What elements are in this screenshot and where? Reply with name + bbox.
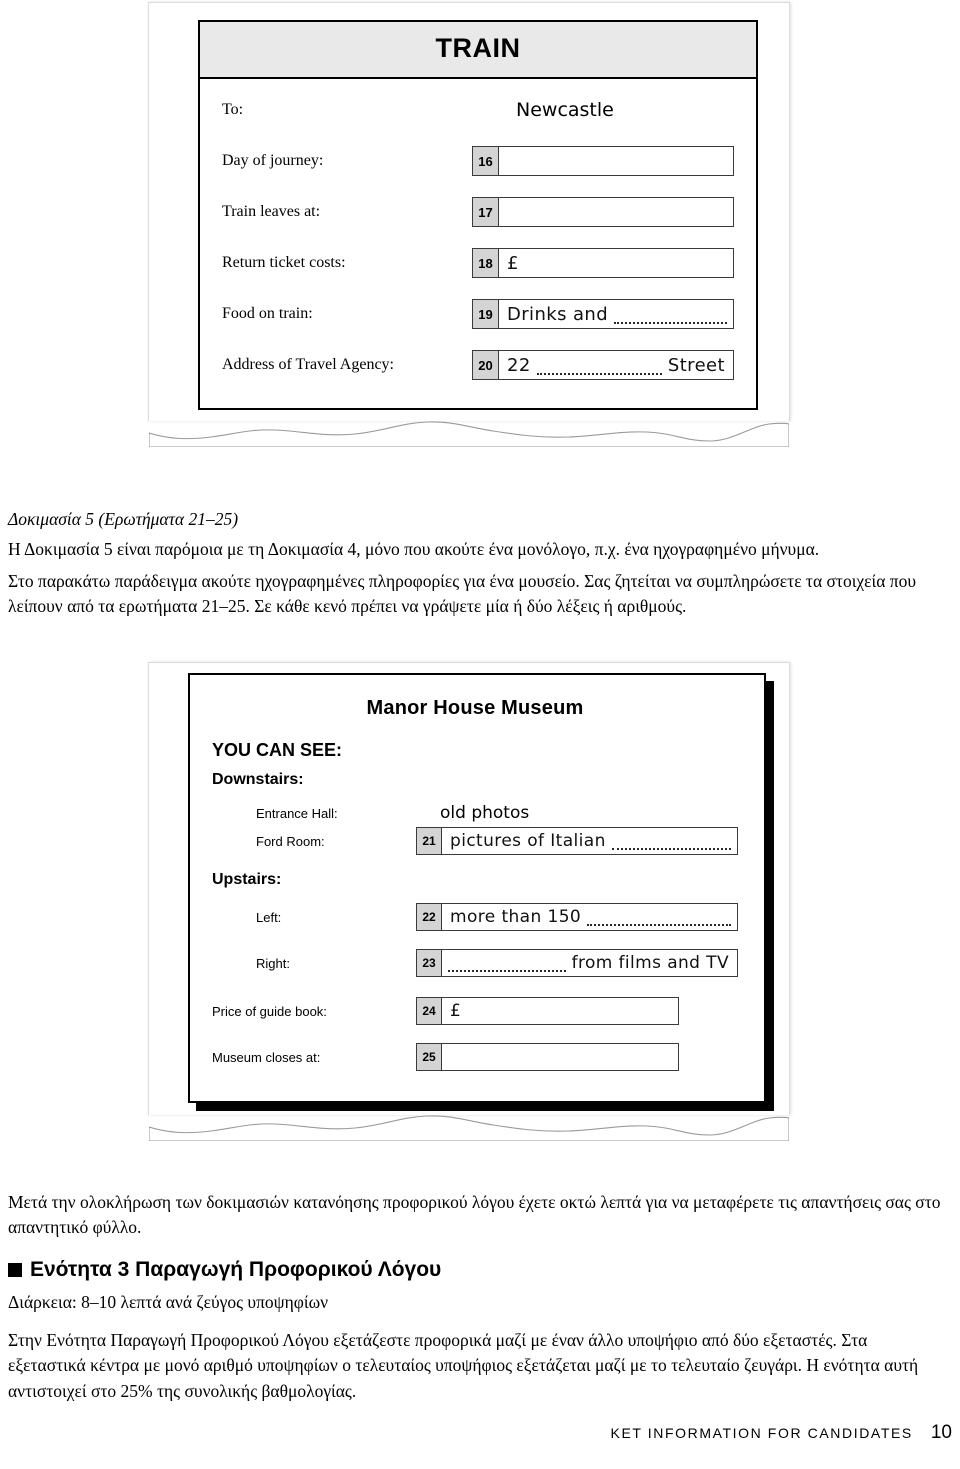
answer-input-box[interactable]: from films and TV xyxy=(441,949,738,977)
museum-row: Entrance Hall: old photos xyxy=(212,801,738,825)
question-number-chip: 19 xyxy=(472,299,498,329)
museum-form-body: Manor House Museum YOU CAN SEE: Downstai… xyxy=(190,675,764,1101)
form-row: Day of journey: 16 xyxy=(222,144,734,178)
form-row: To: Newcastle xyxy=(222,93,734,127)
row-label: Return ticket costs: xyxy=(222,254,346,272)
museum-form-card: Manor House Museum YOU CAN SEE: Downstai… xyxy=(188,673,766,1103)
row-label: Address of Travel Agency: xyxy=(222,356,394,374)
answer-text: Drinks and xyxy=(507,303,609,325)
row-label: Food on train: xyxy=(222,305,313,323)
upstairs-heading: Upstairs: xyxy=(212,871,282,888)
blank-dotted-line xyxy=(587,910,731,926)
answer-input-box[interactable] xyxy=(498,146,734,176)
answer-input-box[interactable]: £ xyxy=(441,997,679,1025)
answer-input-box[interactable]: £ xyxy=(498,248,734,278)
page-number: 10 xyxy=(930,1422,952,1443)
answer-text: £ xyxy=(450,1001,462,1021)
blank-dotted-line xyxy=(536,359,662,375)
closing-paragraph-2: Στην Ενότητα Παραγωγή Προφορικού Λόγου ε… xyxy=(8,1330,919,1401)
train-form-title: TRAIN xyxy=(200,22,756,79)
torn-edge-graphic xyxy=(149,417,789,447)
row-label: Entrance Hall: xyxy=(256,805,338,821)
train-form-card: TRAIN To: Newcastle Day of journey: 16 T… xyxy=(198,20,758,410)
museum-row: Right: 23 from films and TV xyxy=(212,949,738,977)
answer-suffix-text: from films and TV xyxy=(571,953,729,973)
section-3-heading-label: Ενότητα 3 Παραγωγή Προφορικού Λόγου xyxy=(30,1258,442,1281)
you-can-see-heading: YOU CAN SEE: xyxy=(212,740,343,760)
museum-row: Left: 22 more than 150 xyxy=(212,903,738,931)
question-number-chip: 18 xyxy=(472,248,498,278)
section-3-heading: Ενότητα 3 Παραγωγή Προφορικού Λόγου xyxy=(8,1258,441,1282)
answer-text: pictures of Italian xyxy=(450,831,606,851)
row-answer-text: old photos xyxy=(440,803,530,823)
answer-input-box[interactable]: more than 150 xyxy=(441,903,738,931)
downstairs-heading: Downstairs: xyxy=(212,771,304,788)
museum-row: Museum closes at: 25 xyxy=(212,1043,738,1071)
row-label: Museum closes at: xyxy=(212,1049,321,1065)
answer-input-box[interactable]: pictures of Italian xyxy=(441,827,738,855)
task-paragraph-2: Στο παρακάτω παράδειγμα ακούτε ηχογραφημ… xyxy=(8,571,917,617)
answer-suffix-text: Street xyxy=(667,354,725,376)
train-form-body: To: Newcastle Day of journey: 16 Train l… xyxy=(200,79,756,408)
torn-edge-graphic xyxy=(149,1111,789,1141)
question-number-chip: 23 xyxy=(416,949,441,977)
question-number-chip: 21 xyxy=(416,827,441,855)
question-number-chip: 25 xyxy=(416,1043,441,1071)
answer-text: 22 xyxy=(507,354,531,376)
answer-input-box[interactable] xyxy=(498,197,734,227)
form-row: Address of Travel Agency: 20 22 Street xyxy=(222,348,734,382)
square-bullet-icon xyxy=(8,1263,22,1277)
row-label: Right: xyxy=(256,955,290,971)
footer-label: KET INFORMATION FOR CANDIDATES xyxy=(610,1425,913,1441)
museum-form-title: Manor House Museum xyxy=(366,697,584,719)
row-answer-text: Newcastle xyxy=(516,99,614,121)
row-label: Day of journey: xyxy=(222,152,324,170)
row-label: Left: xyxy=(256,909,282,925)
answer-text: more than 150 xyxy=(450,907,582,927)
closing-paragraph-1: Μετά την ολοκλήρωση των δοκιμασιών καταν… xyxy=(8,1192,941,1238)
answer-input-box[interactable]: 22 Street xyxy=(498,350,734,380)
blank-dotted-line xyxy=(448,956,566,972)
answer-input-box[interactable]: Drinks and xyxy=(498,299,734,329)
museum-row: Price of guide book: 24 £ xyxy=(212,997,738,1025)
task-paragraph-1: Η Δοκιμασία 5 είναι παρόμοια με τη Δοκιμ… xyxy=(8,539,820,559)
footer: KET INFORMATION FOR CANDIDATES 10 xyxy=(611,1422,953,1444)
answer-input-box[interactable] xyxy=(441,1043,679,1071)
answer-text: £ xyxy=(507,252,519,274)
question-number-chip: 20 xyxy=(472,350,498,380)
row-label: Price of guide book: xyxy=(212,1003,327,1019)
row-label: To: xyxy=(222,101,244,119)
blank-dotted-line xyxy=(611,834,731,850)
form-row: Food on train: 19 Drinks and xyxy=(222,297,734,331)
question-number-chip: 24 xyxy=(416,997,441,1025)
blank-dotted-line xyxy=(614,308,727,324)
question-number-chip: 22 xyxy=(416,903,441,931)
form-row: Train leaves at: 17 xyxy=(222,195,734,229)
task-heading: Δοκιμασία 5 (Ερωτήματα 21–25) xyxy=(8,509,239,529)
row-label: Ford Room: xyxy=(256,833,325,849)
question-number-chip: 17 xyxy=(472,197,498,227)
museum-row: Ford Room: 21 pictures of Italian xyxy=(212,827,738,855)
duration-line: Διάρκεια: 8–10 λεπτά ανά ζεύγος υποψηφίω… xyxy=(8,1292,329,1312)
question-number-chip: 16 xyxy=(472,146,498,176)
form-row: Return ticket costs: 18 £ xyxy=(222,246,734,280)
row-label: Train leaves at: xyxy=(222,203,321,221)
